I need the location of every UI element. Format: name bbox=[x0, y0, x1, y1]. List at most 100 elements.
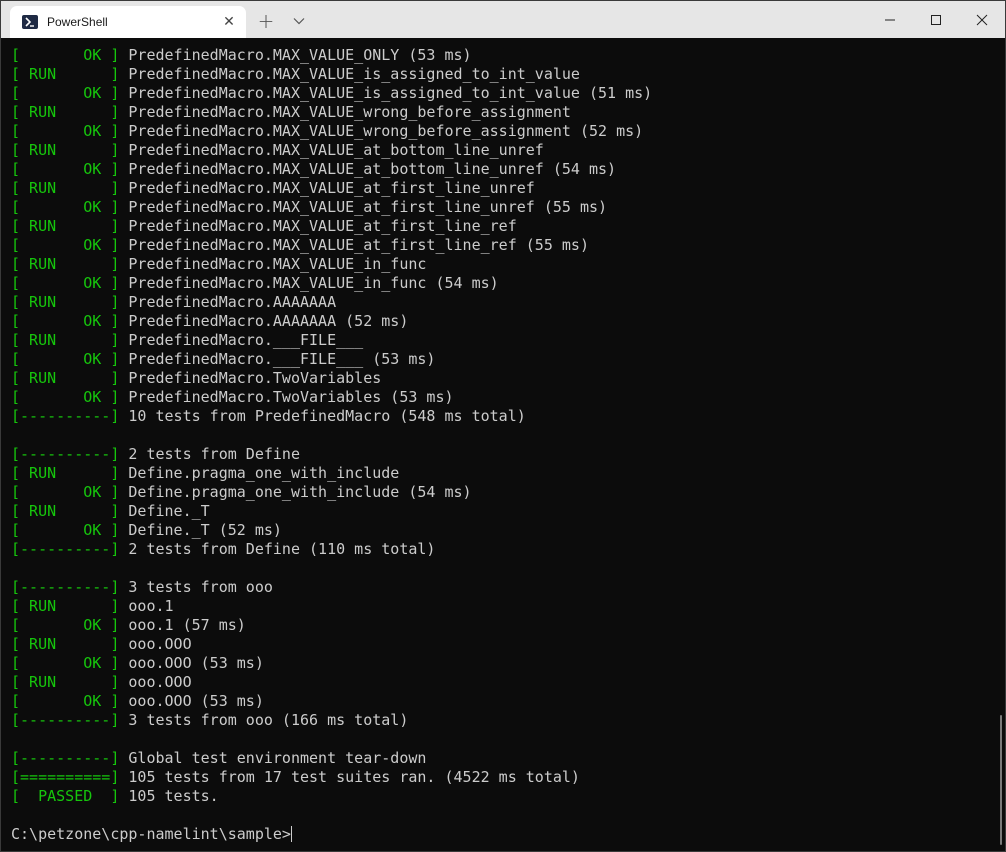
test-line-text: ooo.1 bbox=[119, 597, 174, 615]
test-line-text: PredefinedMacro.MAX_VALUE_is_assigned_to… bbox=[119, 65, 580, 83]
tab-powershell[interactable]: PowerShell ✕ bbox=[10, 6, 246, 38]
test-status-tag: [ RUN ] bbox=[11, 502, 120, 520]
terminal-line: [ OK ] PredefinedMacro.MAX_VALUE_wrong_b… bbox=[11, 122, 995, 141]
test-status-tag: [ RUN ] bbox=[11, 141, 120, 159]
test-line-text: Define.pragma_one_with_include bbox=[119, 464, 400, 482]
test-status-tag: [==========] bbox=[11, 768, 120, 786]
terminal-line: [ RUN ] Define._T bbox=[11, 502, 995, 521]
test-line-text: PredefinedMacro.AAAAAAA (52 ms) bbox=[119, 312, 409, 330]
window-controls bbox=[867, 1, 1005, 38]
terminal-line: [ OK ] Define._T (52 ms) bbox=[11, 521, 995, 540]
terminal-line: [ OK ] PredefinedMacro.MAX_VALUE_at_firs… bbox=[11, 236, 995, 255]
terminal-line: [----------] 2 tests from Define bbox=[11, 445, 995, 464]
scrollbar-thumb[interactable] bbox=[1000, 715, 1002, 845]
powershell-icon bbox=[22, 15, 38, 29]
terminal-line: [ OK ] PredefinedMacro.MAX_VALUE_at_firs… bbox=[11, 198, 995, 217]
test-line-text: ooo.OOO (53 ms) bbox=[119, 654, 264, 672]
tab-close-icon[interactable]: ✕ bbox=[214, 7, 244, 37]
test-line-text: PredefinedMacro.TwoVariables bbox=[119, 369, 382, 387]
test-status-tag: [ OK ] bbox=[11, 198, 120, 216]
terminal-line: [ RUN ] PredefinedMacro.AAAAAAA bbox=[11, 293, 995, 312]
test-line-text: 10 tests from PredefinedMacro (548 ms to… bbox=[119, 407, 526, 425]
test-status-tag: [----------] bbox=[11, 711, 120, 729]
terminal-line: [ RUN ] PredefinedMacro.MAX_VALUE_in_fun… bbox=[11, 255, 995, 274]
terminal-line: [----------] 3 tests from ooo (166 ms to… bbox=[11, 711, 995, 730]
terminal-line: [ OK ] PredefinedMacro.MAX_VALUE_ONLY (5… bbox=[11, 46, 995, 65]
test-status-tag: [ OK ] bbox=[11, 388, 120, 406]
test-line-text: PredefinedMacro.MAX_VALUE_at_first_line_… bbox=[119, 217, 517, 235]
test-line-text: Define.pragma_one_with_include (54 ms) bbox=[119, 483, 472, 501]
test-line-text: Global test environment tear-down bbox=[119, 749, 427, 767]
test-line-text: ooo.1 (57 ms) bbox=[119, 616, 246, 634]
test-line-text: 105 tests from 17 test suites ran. (4522… bbox=[119, 768, 580, 786]
test-line-text: PredefinedMacro.MAX_VALUE_wrong_before_a… bbox=[119, 103, 571, 121]
test-status-tag: [ OK ] bbox=[11, 312, 120, 330]
test-status-tag: [ RUN ] bbox=[11, 673, 120, 691]
test-line-text: PredefinedMacro.TwoVariables (53 ms) bbox=[119, 388, 454, 406]
test-line-text: PredefinedMacro.MAX_VALUE_ONLY (53 ms) bbox=[119, 46, 472, 64]
test-status-tag: [ RUN ] bbox=[11, 331, 120, 349]
maximize-button[interactable] bbox=[913, 1, 959, 38]
test-status-tag: [ RUN ] bbox=[11, 597, 120, 615]
prompt-text: C:\petzone\cpp-namelint\sample> bbox=[11, 825, 291, 843]
terminal-line: [ OK ] PredefinedMacro.MAX_VALUE_at_bott… bbox=[11, 160, 995, 179]
test-line-text: ooo.OOO (53 ms) bbox=[119, 692, 264, 710]
test-line-text: PredefinedMacro.___FILE___ (53 ms) bbox=[119, 350, 436, 368]
maximize-icon bbox=[931, 14, 941, 25]
terminal-line: [==========] 105 tests from 17 test suit… bbox=[11, 768, 995, 787]
test-line-text: PredefinedMacro.MAX_VALUE_at_first_line_… bbox=[119, 236, 589, 254]
test-status-tag: [ OK ] bbox=[11, 521, 120, 539]
test-status-tag: [ OK ] bbox=[11, 236, 120, 254]
terminal-line: [ RUN ] Define.pragma_one_with_include bbox=[11, 464, 995, 483]
test-status-tag: [----------] bbox=[11, 540, 120, 558]
test-status-tag: [ RUN ] bbox=[11, 293, 120, 311]
test-status-tag: [ OK ] bbox=[11, 122, 120, 140]
terminal-line: [ PASSED ] 105 tests. bbox=[11, 787, 995, 806]
terminal-line: [ RUN ] PredefinedMacro.TwoVariables bbox=[11, 369, 995, 388]
terminal-line: [ OK ] PredefinedMacro.MAX_VALUE_is_assi… bbox=[11, 84, 995, 103]
test-line-text: PredefinedMacro.AAAAAAA bbox=[119, 293, 337, 311]
terminal-line: [----------] 10 tests from PredefinedMac… bbox=[11, 407, 995, 426]
text-cursor bbox=[290, 826, 292, 842]
test-status-tag: [----------] bbox=[11, 407, 120, 425]
test-line-text: 2 tests from Define (110 ms total) bbox=[119, 540, 436, 558]
test-line-text: Define._T (52 ms) bbox=[119, 521, 282, 539]
terminal-line: [ RUN ] ooo.OOO bbox=[11, 635, 995, 654]
terminal-line: [ OK ] PredefinedMacro.TwoVariables (53 … bbox=[11, 388, 995, 407]
terminal-line: [ OK ] Define.pragma_one_with_include (5… bbox=[11, 483, 995, 502]
minimize-button[interactable] bbox=[867, 1, 913, 38]
chevron-down-icon[interactable] bbox=[287, 9, 311, 33]
test-status-tag: [ RUN ] bbox=[11, 217, 120, 235]
terminal-line: [ OK ] ooo.1 (57 ms) bbox=[11, 616, 995, 635]
test-status-tag: [ OK ] bbox=[11, 616, 120, 634]
test-status-tag: [----------] bbox=[11, 578, 120, 596]
test-status-tag: [ RUN ] bbox=[11, 255, 120, 273]
test-line-text: PredefinedMacro.MAX_VALUE_in_func bbox=[119, 255, 427, 273]
terminal-line: [ RUN ] PredefinedMacro.___FILE___ bbox=[11, 331, 995, 350]
title-bar[interactable]: PowerShell ✕ + bbox=[1, 1, 1005, 38]
test-status-tag: [ OK ] bbox=[11, 46, 120, 64]
close-button[interactable] bbox=[959, 1, 1005, 38]
terminal-line: [ RUN ] PredefinedMacro.MAX_VALUE_at_fir… bbox=[11, 179, 995, 198]
test-line-text: 2 tests from Define bbox=[119, 445, 300, 463]
test-status-tag: [----------] bbox=[11, 749, 120, 767]
test-status-tag: [ RUN ] bbox=[11, 103, 120, 121]
terminal-line: C:\petzone\cpp-namelint\sample> bbox=[11, 825, 995, 844]
terminal-line: [ RUN ] PredefinedMacro.MAX_VALUE_wrong_… bbox=[11, 103, 995, 122]
test-line-text: PredefinedMacro.MAX_VALUE_at_first_line_… bbox=[119, 198, 608, 216]
test-line-text: 3 tests from ooo (166 ms total) bbox=[119, 711, 409, 729]
test-status-tag: [ RUN ] bbox=[11, 65, 120, 83]
test-line-text: PredefinedMacro.___FILE___ bbox=[119, 331, 364, 349]
minimize-icon bbox=[885, 19, 895, 20]
test-status-tag: [ OK ] bbox=[11, 84, 120, 102]
terminal-line: [----------] 2 tests from Define (110 ms… bbox=[11, 540, 995, 559]
terminal-output[interactable]: [ OK ] PredefinedMacro.MAX_VALUE_ONLY (5… bbox=[11, 46, 995, 851]
test-status-tag: [ OK ] bbox=[11, 274, 120, 292]
test-status-tag: [ RUN ] bbox=[11, 179, 120, 197]
new-tab-button[interactable]: + bbox=[254, 9, 278, 33]
test-line-text: PredefinedMacro.MAX_VALUE_at_first_line_… bbox=[119, 179, 535, 197]
terminal-line: [----------] Global test environment tea… bbox=[11, 749, 995, 768]
test-line-text: 105 tests. bbox=[119, 787, 219, 805]
test-status-tag: [ OK ] bbox=[11, 350, 120, 368]
